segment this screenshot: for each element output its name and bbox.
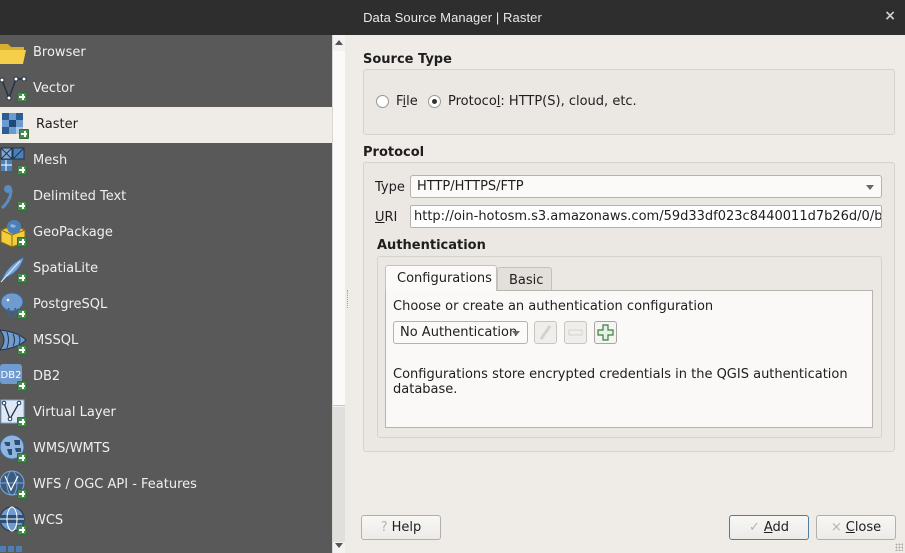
close-icon: × xyxy=(830,520,842,535)
sidebar-item-wfs[interactable]: WFS / OGC API - Features xyxy=(0,467,332,503)
checkmark-icon: ✓ xyxy=(748,520,760,535)
spatialite-icon xyxy=(0,254,30,284)
scrollbar-thumb[interactable] xyxy=(333,51,345,406)
auth-info-text: Configurations store encrypted credentia… xyxy=(393,367,848,397)
sidebar: Browser Vector Raster Mesh Delimited Tex… xyxy=(0,35,332,553)
window-close-button[interactable]: × xyxy=(884,8,896,24)
sidebar-item-label: Vector xyxy=(33,81,75,96)
resize-grip[interactable] xyxy=(895,543,903,551)
configurations-pane: Choose or create an authentication confi… xyxy=(385,290,873,428)
sidebar-item-label: Virtual Layer xyxy=(33,405,116,420)
window-title: Data Source Manager | Raster xyxy=(363,10,542,25)
close-button[interactable]: × Close xyxy=(816,515,896,540)
radio-protocol[interactable] xyxy=(428,95,441,108)
add-config-button[interactable] xyxy=(594,321,617,344)
sidebar-item-geopackage[interactable]: GeoPackage xyxy=(0,215,332,251)
sidebar-item-label: GeoPackage xyxy=(33,225,113,240)
source-type-group: File Protocol: HTTP(S), cloud, etc. xyxy=(363,69,895,135)
sidebar-item-label: Delimited Text xyxy=(33,189,127,204)
minus-icon xyxy=(568,329,583,336)
wfs-icon xyxy=(0,470,30,500)
protocol-type-value: HTTP/HTTPS/FTP xyxy=(417,179,524,194)
uri-input[interactable]: http://oin-hotosm.s3.amazonaws.com/59d33… xyxy=(410,205,882,228)
title-bar: Data Source Manager | Raster × xyxy=(0,0,905,35)
radio-file-label[interactable]: File xyxy=(396,94,418,109)
scroll-up-arrow-icon[interactable] xyxy=(335,40,343,45)
tab-configurations[interactable]: Configurations xyxy=(385,265,497,291)
add-button[interactable]: ✓ Add xyxy=(729,515,809,540)
tab-basic[interactable]: Basic xyxy=(497,267,552,291)
chevron-down-icon xyxy=(866,185,874,190)
source-type-title: Source Type xyxy=(363,52,452,67)
wms-icon xyxy=(0,434,30,464)
scrollbar-track[interactable] xyxy=(333,407,345,542)
sidebar-item-browser[interactable]: Browser xyxy=(0,35,332,71)
protocol-title: Protocol xyxy=(363,145,425,160)
help-icon: ? xyxy=(380,520,388,535)
sidebar-item-spatialite[interactable]: SpatiaLite xyxy=(0,251,332,287)
remove-config-button[interactable] xyxy=(564,321,587,344)
sidebar-item-label: Mesh xyxy=(33,153,68,168)
uri-label: URI xyxy=(375,210,398,225)
sidebar-item-postgresql[interactable]: PostgreSQL xyxy=(0,287,332,323)
sidebar-item-label: WCS xyxy=(33,513,64,528)
pencil-icon xyxy=(539,325,552,340)
sidebar-item-label: WMS/WMTS xyxy=(33,441,110,456)
authentication-title: Authentication xyxy=(377,238,486,253)
sidebar-item-mssql[interactable]: MSSQL xyxy=(0,323,332,359)
virtual-layer-icon xyxy=(0,398,30,428)
sidebar-item-label: Raster xyxy=(36,117,78,132)
svg-text:DB2: DB2 xyxy=(1,370,22,381)
db2-icon: DB2 xyxy=(0,362,30,392)
sidebar-item-label: PostgreSQL xyxy=(33,297,108,312)
sidebar-item-label: DB2 xyxy=(33,369,61,384)
sidebar-item-label: MSSQL xyxy=(33,333,79,348)
vector-icon xyxy=(0,74,30,104)
chevron-down-icon xyxy=(512,331,520,336)
sidebar-item-vector[interactable]: Vector xyxy=(0,71,332,107)
sidebar-item-mesh[interactable]: Mesh xyxy=(0,143,332,179)
type-label: Type xyxy=(375,180,405,195)
wcs-icon xyxy=(0,506,30,536)
mesh-icon xyxy=(0,146,30,176)
folder-icon xyxy=(0,38,30,68)
protocol-group: Type HTTP/HTTPS/FTP URI http://oin-hotos… xyxy=(363,162,895,452)
partial-next-item-icon xyxy=(0,543,30,553)
sidebar-scrollbar[interactable] xyxy=(332,35,345,553)
postgresql-icon xyxy=(0,290,30,320)
geopackage-icon xyxy=(0,218,30,248)
main-content: Source Type File Protocol: HTTP(S), clou… xyxy=(348,35,905,553)
scroll-down-arrow-icon[interactable] xyxy=(335,543,343,548)
delimited-text-icon xyxy=(0,182,30,212)
sidebar-item-virtual-layer[interactable]: Virtual Layer xyxy=(0,395,332,431)
auth-config-combo[interactable]: No Authentication xyxy=(393,321,528,344)
mssql-icon xyxy=(0,326,30,356)
auth-config-value: No Authentication xyxy=(400,325,518,340)
sidebar-item-db2[interactable]: DB2 DB2 xyxy=(0,359,332,395)
plus-icon xyxy=(597,324,614,341)
raster-icon xyxy=(0,110,30,140)
radio-file[interactable] xyxy=(376,95,389,108)
sidebar-item-delimited-text[interactable]: Delimited Text xyxy=(0,179,332,215)
sidebar-item-label: WFS / OGC API - Features xyxy=(33,477,197,492)
sidebar-item-raster[interactable]: Raster xyxy=(0,107,332,143)
authentication-group: Configurations Basic Choose or create an… xyxy=(377,256,882,438)
protocol-type-combo[interactable]: HTTP/HTTPS/FTP xyxy=(410,175,882,198)
sidebar-item-wcs[interactable]: WCS xyxy=(0,503,332,539)
help-button[interactable]: ? Help xyxy=(361,515,441,540)
sidebar-item-wms[interactable]: WMS/WMTS xyxy=(0,431,332,467)
edit-config-button[interactable] xyxy=(534,321,557,344)
sidebar-item-label: SpatiaLite xyxy=(33,261,99,276)
choose-config-text: Choose or create an authentication confi… xyxy=(393,299,714,314)
radio-protocol-label[interactable]: Protocol: HTTP(S), cloud, etc. xyxy=(448,94,637,109)
sidebar-item-label: Browser xyxy=(33,45,86,60)
